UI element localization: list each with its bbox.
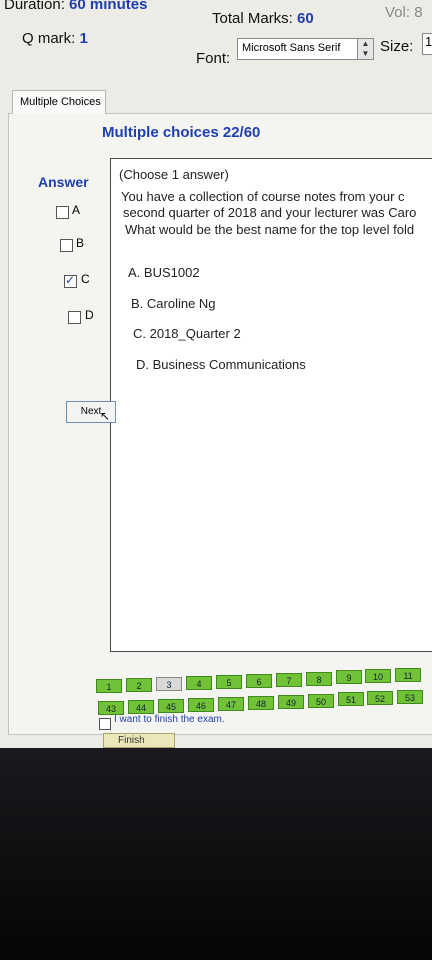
answer-checkbox-c[interactable] — [64, 273, 77, 288]
choice-a: A. BUS1002 — [128, 265, 200, 280]
question-nav-button[interactable]: 6 — [246, 674, 272, 688]
answer-option-label: B — [76, 236, 85, 250]
exam-window: Duration: 60 minutes Q mark: 1 Total Mar… — [0, 0, 432, 748]
duration-value: 60 minutes — [69, 0, 148, 13]
question-nav-button[interactable]: 52 — [367, 691, 393, 705]
question-box: (Choose 1 answer) You have a collection … — [110, 158, 432, 652]
question-nav-button[interactable]: 51 — [338, 692, 364, 706]
size-input[interactable]: 1 — [422, 33, 432, 55]
font-spinner[interactable]: ▲ ▼ — [357, 38, 374, 60]
question-nav-button[interactable]: 45 — [158, 699, 184, 713]
answer-checkbox-a[interactable] — [56, 206, 69, 219]
question-mark-display: Q mark: 1 — [22, 30, 88, 47]
answer-checkbox-b[interactable] — [60, 239, 73, 252]
font-select[interactable]: Microsoft Sans Serif — [237, 38, 359, 60]
answer-option-label: D — [85, 308, 94, 322]
question-nav-button[interactable]: 2 — [126, 678, 152, 692]
question-nav-button[interactable]: 5 — [216, 675, 242, 689]
question-nav-button[interactable]: 8 — [306, 672, 332, 686]
answer-checkbox-d[interactable] — [68, 311, 81, 324]
question-nav-button[interactable]: 47 — [218, 697, 244, 711]
question-nav-button[interactable]: 49 — [278, 695, 304, 709]
question-nav-button[interactable]: 1 — [96, 679, 122, 693]
monitor-bezel — [0, 748, 432, 960]
question-nav-button[interactable]: 46 — [188, 698, 214, 712]
size-label: Size: — [380, 38, 414, 55]
spin-down-icon[interactable]: ▼ — [358, 49, 373, 59]
tab-multiple-choices[interactable]: Multiple Choices — [12, 90, 106, 114]
question-nav-button-current[interactable]: 3 — [156, 677, 182, 691]
volume-display: Vol: 8 — [385, 4, 423, 21]
question-nav-button[interactable]: 11 — [395, 668, 421, 682]
question-nav-button[interactable]: 53 — [397, 690, 423, 704]
question-nav-button[interactable]: 50 — [308, 694, 334, 708]
question-nav-button[interactable]: 44 — [128, 700, 154, 714]
font-label: Font: — [196, 50, 231, 67]
spin-up-icon[interactable]: ▲ — [358, 39, 373, 49]
volume-value: 8 — [414, 4, 423, 21]
question-line: You have a collection of course notes fr… — [121, 189, 405, 204]
question-instruction: (Choose 1 answer) — [119, 167, 229, 182]
question-nav-button[interactable]: 10 — [365, 669, 391, 683]
question-nav-button[interactable]: 9 — [336, 670, 362, 684]
question-nav-button[interactable]: 4 — [186, 676, 212, 690]
volume-label: Vol: — [385, 4, 411, 21]
total-marks-label: Total Marks: — [212, 10, 293, 27]
choice-b: B. Caroline Ng — [131, 296, 216, 311]
question-nav-button[interactable]: 43 — [98, 701, 124, 715]
qmark-value: 1 — [79, 30, 88, 47]
duration-display: Duration: 60 minutes — [4, 0, 147, 13]
finish-exam-label: I want to finish the exam. — [114, 714, 225, 725]
question-nav-button[interactable]: 48 — [248, 696, 274, 710]
total-marks-display: Total Marks: 60 — [212, 10, 314, 27]
finish-exam-checkbox[interactable] — [99, 718, 111, 730]
total-marks-value: 60 — [297, 10, 314, 27]
question-line: What would be the best name for the top … — [125, 222, 415, 237]
choice-d: D. Business Communications — [136, 357, 306, 372]
question-nav-button[interactable]: 7 — [276, 673, 302, 687]
finish-button[interactable]: Finish — [103, 733, 175, 748]
answer-option-label: A — [72, 203, 81, 217]
mouse-cursor-icon: ↖ — [100, 409, 111, 423]
answer-heading: Answer — [38, 174, 89, 190]
panel-title: Multiple choices 22/60 — [102, 124, 261, 141]
question-line: second quarter of 2018 and your lecturer… — [123, 205, 417, 220]
answer-option-label: C — [81, 272, 90, 286]
qmark-label: Q mark: — [22, 30, 76, 47]
duration-label: Duration: — [4, 0, 65, 13]
choice-c: C. 2018_Quarter 2 — [133, 326, 241, 341]
